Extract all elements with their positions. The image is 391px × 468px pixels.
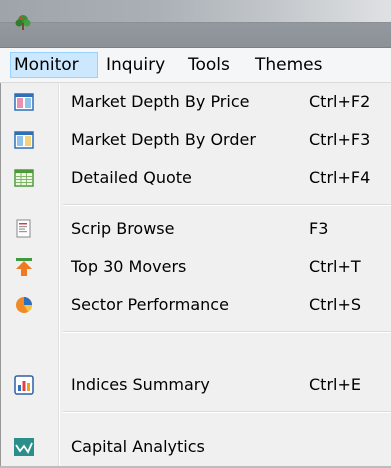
menu-item-shortcut: Ctrl+F3	[309, 130, 371, 149]
menu-item-detailed-quote[interactable]: Detailed Quote Ctrl+F4	[1, 159, 391, 197]
top-movers-arrow-icon	[16, 258, 32, 276]
pie-chart-icon	[16, 297, 33, 313]
menu-inquiry[interactable]: Inquiry	[103, 52, 168, 78]
menu-item-market-depth-by-order[interactable]: Market Depth By Order Ctrl+F3	[1, 121, 391, 159]
menu-item-capital-analytics[interactable]: Capital Analytics	[1, 428, 391, 466]
menu-item-shortcut: Ctrl+T	[309, 257, 361, 276]
tree-logo-icon[interactable]	[13, 12, 33, 32]
menu-item-shortcut: Ctrl+F2	[309, 92, 371, 111]
menu-item-market-depth-by-price[interactable]: Market Depth By Price Ctrl+F2	[1, 83, 391, 121]
menu-item-label: Capital Analytics	[71, 437, 205, 456]
spreadsheet-icon	[14, 169, 34, 187]
menu-item-label: Detailed Quote	[71, 168, 192, 187]
monitor-dropdown-menu: Market Depth By Price Ctrl+F2 Market Dep…	[0, 83, 391, 468]
menu-separator	[63, 411, 391, 413]
market-depth-order-icon	[14, 131, 34, 149]
bar-chart-icon	[14, 375, 34, 395]
menu-item-label: Indices Summary	[71, 375, 210, 394]
menu-item-shortcut: Ctrl+S	[309, 295, 362, 314]
menu-tools[interactable]: Tools	[185, 52, 233, 78]
menu-monitor[interactable]: Monitor	[10, 52, 98, 78]
menu-item-label: Top 30 Movers	[71, 257, 187, 276]
title-bar	[0, 0, 391, 48]
market-depth-price-icon	[14, 93, 34, 111]
menu-separator	[63, 331, 391, 333]
menu-separator	[63, 204, 391, 206]
browse-document-icon	[16, 219, 31, 238]
line-chart-icon	[14, 438, 34, 456]
menu-item-label: Market Depth By Order	[71, 130, 256, 149]
menu-item-indices-summary[interactable]: Indices Summary Ctrl+E	[1, 366, 391, 404]
menu-item-label: Market Depth By Price	[71, 92, 250, 111]
menu-item-scrip-browse[interactable]: Scrip Browse F3	[1, 210, 391, 248]
title-bar-highlight	[0, 0, 391, 23]
menu-bar: Monitor Inquiry Tools Themes	[0, 48, 391, 83]
menu-item-label: Sector Performance	[71, 295, 229, 314]
menu-item-sector-performance[interactable]: Sector Performance Ctrl+S	[1, 286, 391, 324]
menu-item-label: Scrip Browse	[71, 219, 175, 238]
menu-item-shortcut: F3	[309, 219, 329, 238]
menu-item-shortcut: Ctrl+E	[309, 375, 361, 394]
menu-themes[interactable]: Themes	[252, 52, 326, 78]
menu-item-shortcut: Ctrl+F4	[309, 168, 371, 187]
menu-item-top-30-movers[interactable]: Top 30 Movers Ctrl+T	[1, 248, 391, 286]
